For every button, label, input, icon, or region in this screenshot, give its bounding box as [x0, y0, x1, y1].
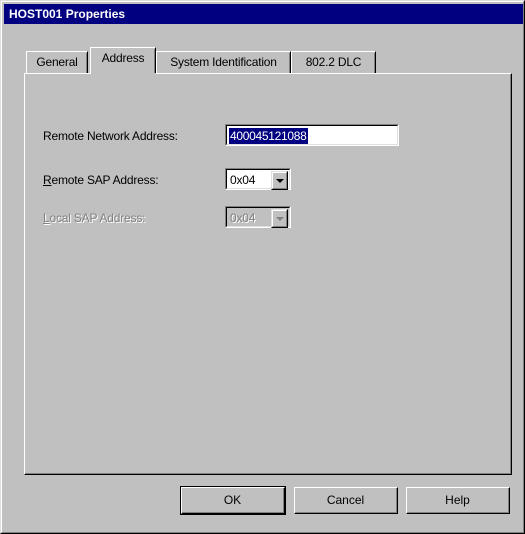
cancel-button[interactable]: Cancel	[294, 487, 398, 514]
tab-address[interactable]: Address	[90, 47, 156, 73]
remote-sap-dropdown-button[interactable]	[271, 171, 288, 190]
remote-sap-label-text: emote SAP Address:	[51, 173, 159, 187]
tab-system-identification-label: System Identification	[170, 55, 277, 69]
tab-system-identification[interactable]: System Identification	[156, 51, 291, 73]
properties-dialog: HOST001 Properties General Address Syste…	[0, 0, 525, 534]
remote-sap-address-combo[interactable]: 0x04	[225, 168, 291, 190]
help-button[interactable]: Help	[406, 487, 510, 514]
tab-general-label: General	[36, 55, 78, 69]
remote-sap-address-label: Remote SAP Address:	[43, 173, 159, 187]
tab-general[interactable]: General	[26, 51, 88, 73]
address-tab-panel: Remote Network Address: 400045121088 Rem…	[24, 73, 512, 475]
remote-sap-address-value: 0x04	[230, 173, 256, 187]
local-sap-dropdown-button	[271, 209, 288, 228]
local-sap-address-label: Local SAP Address:	[43, 211, 145, 225]
window-title: HOST001 Properties	[9, 7, 126, 21]
title-bar[interactable]: HOST001 Properties	[4, 4, 523, 24]
ok-button[interactable]: OK	[180, 486, 286, 515]
remote-network-address-input[interactable]: 400045121088	[225, 124, 399, 146]
tab-802-2-dlc[interactable]: 802.2 DLC	[291, 51, 376, 73]
local-sap-address-combo: 0x04	[225, 206, 291, 228]
local-sap-address-value: 0x04	[230, 211, 256, 225]
local-sap-label-text: ocal SAP Address:	[49, 211, 146, 225]
help-button-label: Help	[445, 493, 470, 507]
remote-network-address-value: 400045121088	[229, 128, 308, 144]
tab-802-2-dlc-label: 802.2 DLC	[305, 55, 362, 69]
remote-network-address-label: Remote Network Address:	[43, 129, 178, 143]
chevron-down-icon	[276, 179, 284, 183]
tab-address-label: Address	[101, 51, 145, 65]
active-tab-gap	[91, 73, 156, 75]
chevron-down-icon	[276, 217, 284, 221]
cancel-button-label: Cancel	[326, 493, 365, 507]
ok-button-label: OK	[223, 493, 242, 507]
